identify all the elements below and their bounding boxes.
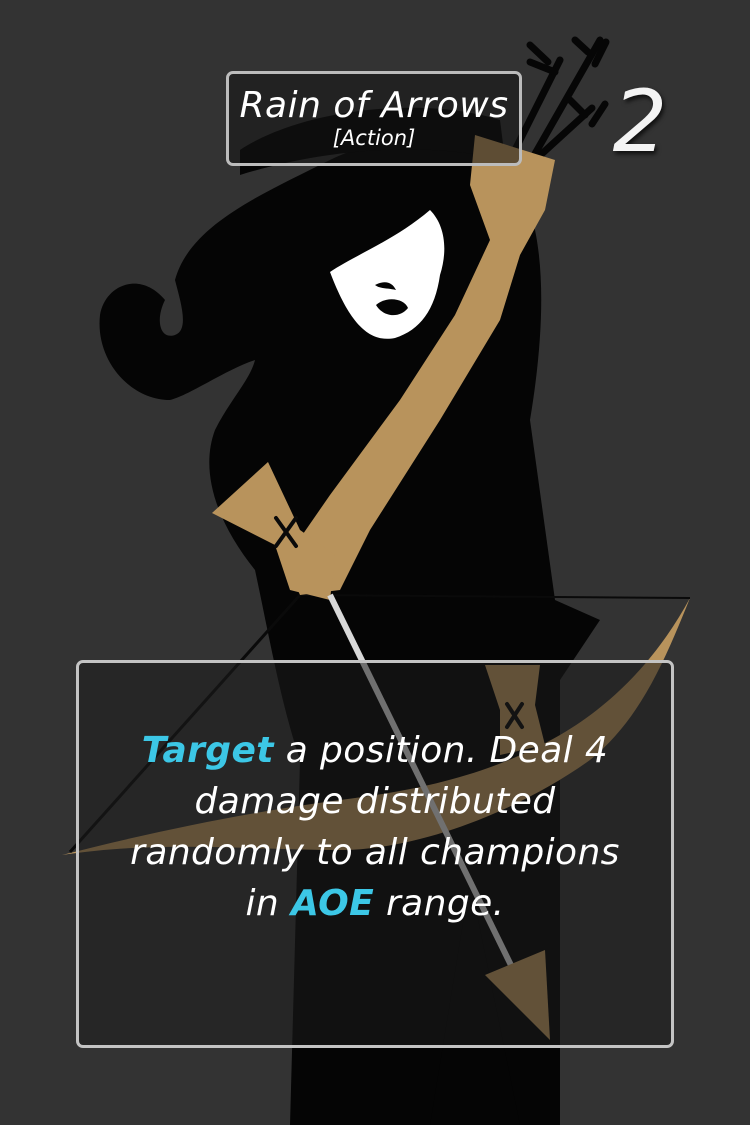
card-name: Rain of Arrows <box>239 85 509 126</box>
card-cost: 2 <box>612 72 668 172</box>
card[interactable]: Rain of Arrows [Action] 2 Target a posit… <box>0 0 750 1125</box>
card-type: [Action] <box>332 126 416 150</box>
keyword-aoe: AOE <box>290 883 375 924</box>
keyword-target: Target <box>141 730 274 771</box>
ability-text-part-2: range. <box>374 883 505 924</box>
ability-text: Target a position. Deal 4 damage distrib… <box>115 725 635 929</box>
card-title-frame: Rain of Arrows [Action] <box>226 71 522 166</box>
ability-text-frame: Target a position. Deal 4 damage distrib… <box>76 660 674 1048</box>
